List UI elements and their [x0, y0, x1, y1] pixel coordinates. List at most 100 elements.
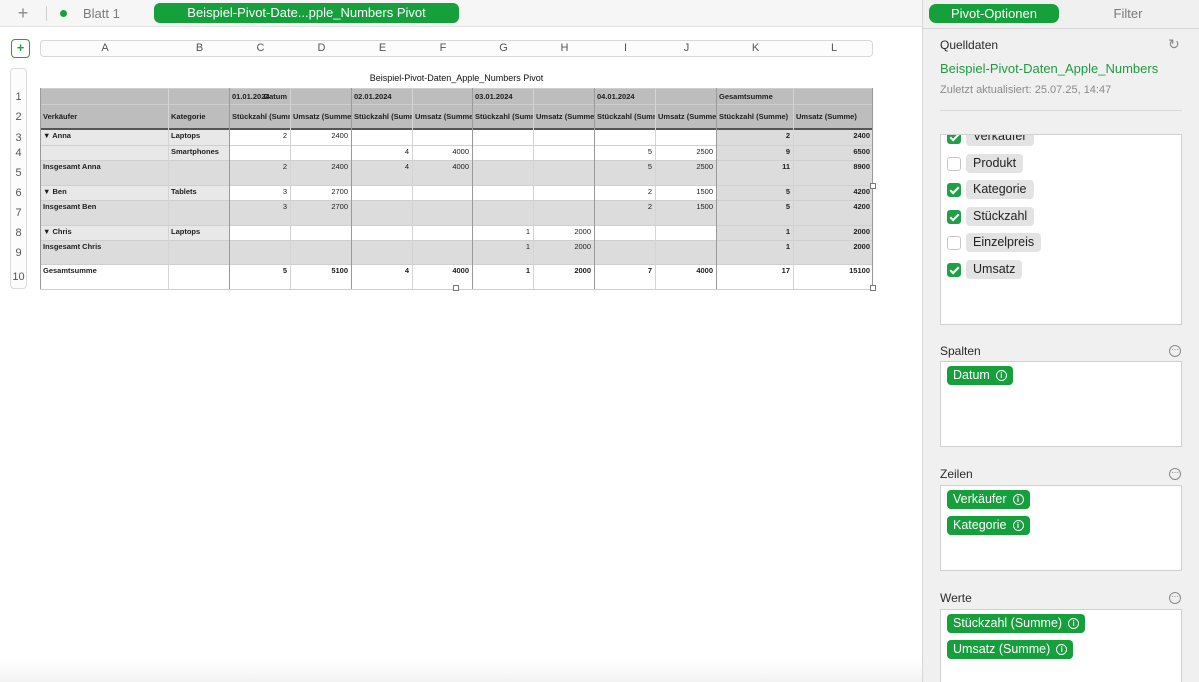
pivot-cell[interactable]: 2500 — [655, 160, 716, 185]
pivot-cell[interactable]: 6500 — [793, 145, 873, 160]
pivot-cell[interactable] — [533, 200, 594, 225]
pivot-cell[interactable]: Umsatz (Summe) — [533, 104, 594, 129]
pivot-cell[interactable] — [351, 185, 412, 200]
pivot-cell[interactable]: Tablets — [168, 185, 229, 200]
pivot-cell[interactable]: 1 — [716, 225, 793, 240]
pivot-cell[interactable]: ▼ Chris — [40, 225, 168, 240]
pivot-cell[interactable]: Laptops — [168, 129, 229, 145]
pivot-cell[interactable]: Umsatz (Summe) — [655, 104, 716, 129]
pivot-cell[interactable]: Stückzahl (Summe) — [716, 104, 793, 129]
pivot-cell[interactable]: Stückzahl (Summe) — [351, 104, 412, 129]
add-table-icon[interactable]: + — [11, 39, 30, 58]
pivot-cell[interactable] — [290, 145, 351, 160]
pivot-cell[interactable]: 1 — [472, 225, 533, 240]
pivot-cell[interactable] — [290, 225, 351, 240]
field-label[interactable]: Kategorie — [966, 180, 1034, 199]
pivot-cell[interactable] — [168, 200, 229, 225]
pivot-cell[interactable]: 1 — [472, 240, 533, 264]
pivot-cell[interactable]: 1 — [716, 240, 793, 264]
pivot-cell[interactable]: 1500 — [655, 200, 716, 225]
pivot-cell[interactable] — [472, 185, 533, 200]
pivot-cell[interactable]: 4000 — [412, 160, 472, 185]
pivot-cell[interactable]: Kategorie — [168, 104, 229, 129]
pivot-cell[interactable]: ▼ Anna — [40, 129, 168, 145]
field-checkbox[interactable] — [947, 156, 961, 171]
pivot-cell[interactable]: 2400 — [290, 129, 351, 145]
pivot-cell[interactable] — [594, 225, 655, 240]
pivot-cell[interactable]: Insgesamt Ben — [40, 200, 168, 225]
column-header-e[interactable]: E — [352, 41, 413, 56]
column-header-b[interactable]: B — [169, 41, 230, 56]
pivot-cell[interactable]: 2 — [229, 129, 290, 145]
column-header-d[interactable]: D — [291, 41, 352, 56]
pivot-cell[interactable]: 17 — [716, 264, 793, 289]
column-header-k[interactable]: K — [717, 41, 794, 56]
pivot-cell[interactable]: 15100 — [793, 264, 873, 289]
pivot-cell[interactable]: Insgesamt Chris — [40, 240, 168, 264]
pivot-cell[interactable]: Smartphones — [168, 145, 229, 160]
row-header-5[interactable]: 5 — [11, 161, 26, 186]
values-more-icon[interactable]: ··· — [1169, 592, 1181, 604]
pivot-cell[interactable]: 2400 — [793, 129, 873, 145]
resize-handle[interactable] — [453, 285, 459, 291]
row-header-8[interactable]: 8 — [11, 226, 26, 241]
field-label[interactable]: Stückzahl — [966, 206, 1035, 226]
resize-handle[interactable] — [870, 183, 876, 189]
field-checkbox[interactable] — [947, 183, 961, 197]
pivot-cell[interactable] — [472, 160, 533, 185]
pivot-cell[interactable] — [412, 225, 472, 240]
row-header-3[interactable]: 3 — [11, 130, 26, 146]
active-table-tab[interactable]: Beispiel-Pivot-Date...pple_Numbers Pivot — [154, 3, 459, 23]
column-header-l[interactable]: L — [794, 41, 874, 56]
pivot-cell[interactable]: Laptops — [168, 225, 229, 240]
pivot-cell[interactable]: 5 — [594, 145, 655, 160]
pivot-cell[interactable] — [655, 225, 716, 240]
pivot-cell[interactable]: Verkäufer — [40, 104, 168, 129]
pivot-cell[interactable]: 2 — [716, 129, 793, 145]
field-label[interactable]: Verkäufer — [966, 135, 1034, 146]
pivot-cell[interactable]: Stückzahl (Summe) — [472, 104, 533, 129]
column-header-a[interactable]: A — [41, 41, 169, 56]
info-icon[interactable]: i — [1068, 618, 1080, 629]
pivot-cell[interactable] — [229, 240, 290, 264]
pivot-cell[interactable] — [412, 129, 472, 145]
pivot-cell[interactable]: 4200 — [793, 185, 873, 200]
field-checkbox[interactable] — [947, 135, 961, 144]
info-icon[interactable]: i — [1012, 520, 1024, 531]
pivot-cell[interactable]: 4 — [351, 160, 412, 185]
pivot-cell[interactable]: ▼ Ben — [40, 185, 168, 200]
field-list[interactable]: Verkäufer Produkt Kategorie Stückzahl Einzel… — [940, 134, 1182, 325]
pivot-cell[interactable]: 7 — [594, 264, 655, 289]
pivot-cell[interactable] — [168, 240, 229, 264]
field-checkbox[interactable] — [947, 236, 961, 250]
pivot-cell[interactable]: 3 — [229, 185, 290, 200]
column-header-c[interactable]: C — [230, 41, 291, 56]
info-icon[interactable]: i — [1056, 644, 1068, 655]
row-header-4[interactable]: 4 — [11, 146, 26, 161]
source-data-name[interactable]: Beispiel-Pivot-Daten_Apple_Numbers — [940, 61, 1158, 76]
info-icon[interactable]: i — [995, 370, 1007, 381]
pivot-cell[interactable]: Umsatz (Summe) — [412, 104, 472, 129]
pivot-cell[interactable] — [351, 129, 412, 145]
pivot-cell[interactable] — [472, 200, 533, 225]
pivot-cell[interactable]: 3 — [229, 200, 290, 225]
field-label[interactable]: Einzelpreis — [966, 233, 1042, 252]
pivot-cell[interactable]: Gesamtsumme — [716, 88, 873, 104]
pivot-cell[interactable] — [351, 200, 412, 225]
pivot-cell[interactable] — [412, 185, 472, 200]
pivot-table[interactable]: Datum 01.01.2024 02.01.2024 03.01.2024 04.01… — [40, 88, 876, 291]
pivot-cell[interactable]: 9 — [716, 145, 793, 160]
pivot-cell[interactable]: 2000 — [793, 225, 873, 240]
field-pill[interactable]: Stückzahl (Summe) i — [947, 614, 1086, 633]
row-header-2[interactable]: 2 — [11, 105, 26, 130]
column-header-g[interactable]: G — [473, 41, 534, 56]
pivot-cell[interactable]: 2000 — [793, 240, 873, 264]
pivot-cell[interactable]: 4200 — [793, 200, 873, 225]
tab-filter[interactable]: Filter — [1063, 4, 1193, 23]
pivot-cell[interactable]: Gesamtsumme — [40, 264, 168, 289]
pivot-cell[interactable] — [655, 129, 716, 145]
column-header-f[interactable]: F — [413, 41, 473, 56]
pivot-cell[interactable] — [655, 240, 716, 264]
row-header-10[interactable]: 10 — [11, 265, 26, 290]
pivot-cell[interactable] — [533, 185, 594, 200]
